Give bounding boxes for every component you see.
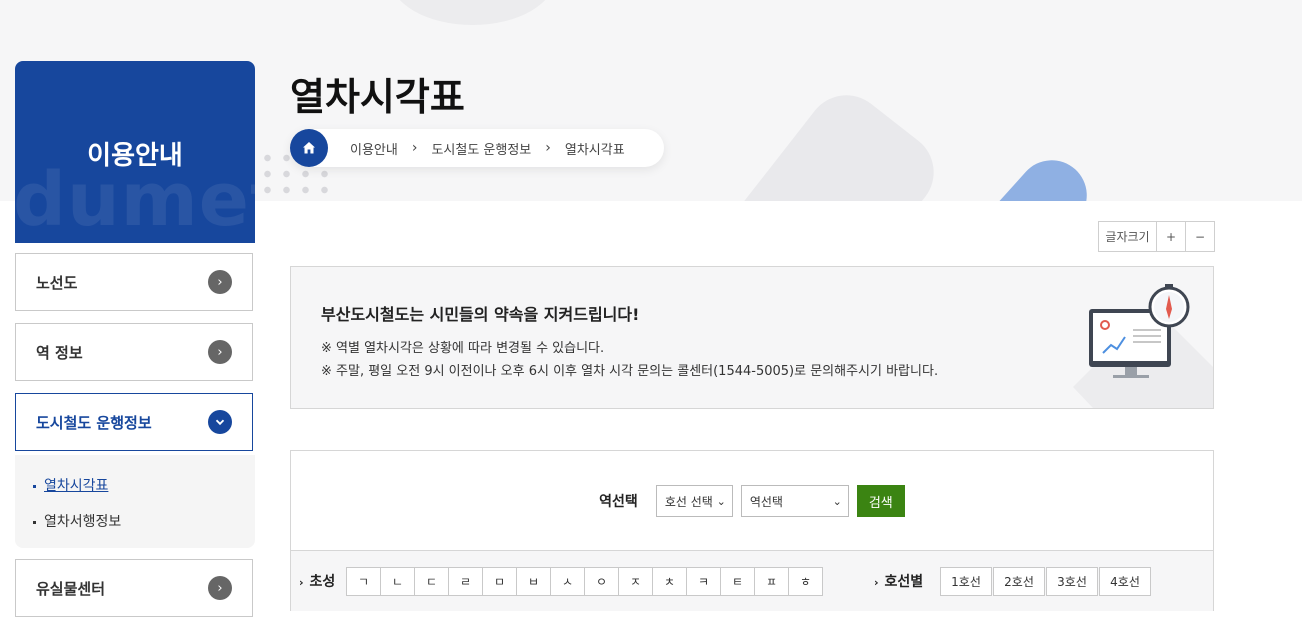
- initial-button[interactable]: ㅂ: [517, 568, 551, 595]
- notice-line: ※ 역별 열차시각은 상황에 따라 변경될 수 있습니다.: [321, 341, 605, 356]
- font-size-decrease-button[interactable]: −: [1186, 222, 1214, 251]
- initial-button[interactable]: ㄷ: [415, 568, 449, 595]
- breadcrumb-item-timetable[interactable]: 열차시각표: [565, 139, 625, 158]
- notice-title: 부산도시철도는 시민들의 약속을 지켜드립니다!: [321, 305, 640, 324]
- font-size-label: 글자크기: [1099, 222, 1157, 251]
- initial-button[interactable]: ㅇ: [585, 568, 619, 595]
- station-select-value: 역선택: [749, 494, 783, 509]
- initial-button[interactable]: ㄴ: [381, 568, 415, 595]
- chevron-right-icon: ›: [299, 576, 304, 589]
- home-button[interactable]: [290, 129, 328, 167]
- breadcrumb: 이용안내 › 도시철도 운행정보 › 열차시각표: [290, 129, 664, 167]
- decorative-band: [710, 79, 950, 201]
- sidebar-submenu: 열차시각표 열차서행정보: [15, 455, 255, 548]
- initial-button[interactable]: ㅌ: [721, 568, 755, 595]
- line-button-4[interactable]: 4호선: [1099, 567, 1151, 596]
- sidebar-title: 이용안내: [87, 141, 183, 171]
- home-icon: [303, 142, 315, 154]
- initial-filter-label: › 초성: [299, 574, 336, 590]
- initial-button[interactable]: ㅋ: [687, 568, 721, 595]
- station-select-label: 역선택: [599, 494, 638, 510]
- line-select[interactable]: 호선 선택 ⌄: [655, 485, 733, 517]
- chevron-down-icon: ⌄: [832, 494, 842, 508]
- sidebar-item-label: 도시철도 운행정보: [36, 413, 152, 432]
- submenu-item-label: 열차서행정보: [44, 514, 122, 530]
- initial-button[interactable]: ㅊ: [653, 568, 687, 595]
- chevron-right-icon: ›: [208, 270, 232, 294]
- sidebar-item-label: 노선도: [36, 273, 78, 292]
- page-title: 열차시각표: [290, 75, 465, 119]
- sidebar-item-operation-info[interactable]: 도시철도 운행정보: [15, 393, 253, 451]
- chevron-down-icon: [208, 410, 232, 434]
- submenu-item-label: 열차시각표: [44, 478, 109, 494]
- initial-button[interactable]: ㅁ: [483, 568, 517, 595]
- initial-consonant-buttons: ㄱ ㄴ ㄷ ㄹ ㅁ ㅂ ㅅ ㅇ ㅈ ㅊ ㅋ ㅌ ㅍ ㅎ: [346, 567, 823, 596]
- notice-box: 부산도시철도는 시민들의 약속을 지켜드립니다! ※ 역별 열차시각은 상황에 …: [290, 266, 1214, 409]
- sidebar-header: dumetro 이용안내: [15, 61, 255, 243]
- sidebar-item-station-info[interactable]: 역 정보 ›: [15, 323, 253, 381]
- notice-line: ※ 주말, 평일 오전 9시 이전이나 오후 6시 이후 열차 시각 문의는 콜…: [321, 364, 939, 379]
- initial-button[interactable]: ㅎ: [789, 568, 822, 595]
- chevron-down-icon: ⌄: [716, 494, 726, 508]
- submenu-item-slow-running[interactable]: 열차서행정보: [33, 511, 121, 531]
- submenu-item-timetable[interactable]: 열차시각표: [33, 475, 108, 495]
- chevron-right-icon: ›: [208, 340, 232, 364]
- font-size-control: 글자크기 + −: [1098, 221, 1215, 252]
- initial-button[interactable]: ㅍ: [755, 568, 789, 595]
- line-button-2[interactable]: 2호선: [993, 567, 1045, 596]
- sidebar-item-route-map[interactable]: 노선도 ›: [15, 253, 253, 311]
- search-row: 역선택 호선 선택 ⌄ 역선택 ⌄ 검색: [291, 485, 1213, 517]
- font-size-increase-button[interactable]: +: [1157, 222, 1186, 251]
- initial-button[interactable]: ㅅ: [551, 568, 585, 595]
- initial-button[interactable]: ㄱ: [347, 568, 381, 595]
- sidebar-item-lost-found[interactable]: 유실물센터 ›: [15, 559, 253, 617]
- breadcrumb-item-guide[interactable]: 이용안내: [350, 139, 398, 158]
- line-select-value: 호선 선택: [664, 494, 713, 509]
- bullet-icon: [33, 520, 36, 524]
- search-button[interactable]: 검색: [856, 485, 905, 517]
- decorative-circle: [390, 0, 555, 25]
- line-button-3[interactable]: 3호선: [1046, 567, 1098, 596]
- line-filter-label: › 호선별: [874, 574, 924, 590]
- monitor-clock-illustration: [1073, 284, 1213, 408]
- line-button-1[interactable]: 1호선: [940, 567, 992, 596]
- station-select[interactable]: 역선택 ⌄: [740, 485, 849, 517]
- breadcrumb-item-operation[interactable]: 도시철도 운행정보: [431, 139, 531, 158]
- chevron-right-icon: ›: [411, 140, 418, 156]
- chevron-right-icon: ›: [874, 576, 879, 589]
- line-buttons: 1호선 2호선 3호선 4호선: [940, 567, 1152, 596]
- station-search-panel: 역선택 호선 선택 ⌄ 역선택 ⌄ 검색 › 초성 ㄱ ㄴ ㄷ ㄹ ㅁ ㅂ ㅅ ㅇ…: [290, 450, 1214, 611]
- decorative-blue-band: [948, 145, 1102, 201]
- chevron-right-icon: ›: [545, 140, 551, 156]
- sidebar-item-label: 유실물센터: [36, 579, 106, 598]
- sidebar-item-label: 역 정보: [36, 343, 83, 362]
- initial-button[interactable]: ㅈ: [619, 568, 653, 595]
- initial-button[interactable]: ㄹ: [449, 568, 483, 595]
- quick-filter-bar: › 초성 ㄱ ㄴ ㄷ ㄹ ㅁ ㅂ ㅅ ㅇ ㅈ ㅊ ㅋ ㅌ ㅍ ㅎ › 호선별 1호선…: [291, 550, 1213, 611]
- bullet-icon: [33, 484, 36, 488]
- chevron-right-icon: ›: [208, 576, 232, 600]
